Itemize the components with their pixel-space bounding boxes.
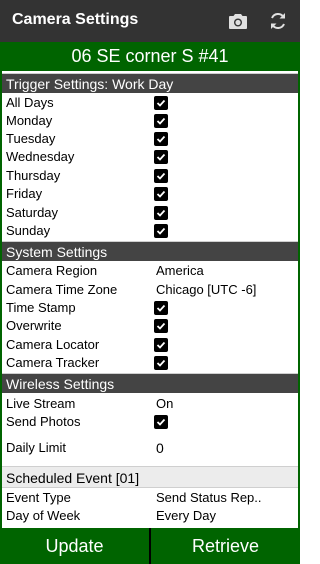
daily-limit-row[interactable]: Daily Limit 0 — [2, 439, 298, 457]
camera-icon[interactable] — [226, 9, 250, 33]
day-label: All Days — [6, 95, 54, 110]
overwrite-label: Overwrite — [6, 318, 62, 333]
camera-time-zone-value[interactable]: Chicago [UTC -6] — [156, 281, 256, 299]
overwrite-row[interactable]: Overwrite — [2, 317, 298, 335]
live-stream-value[interactable]: On — [156, 395, 173, 413]
daily-limit-label: Daily Limit — [6, 440, 66, 455]
day-label: Saturday — [6, 205, 59, 220]
camera-name: 06 SE corner S #41 — [71, 46, 229, 66]
day-label: Monday — [6, 113, 53, 128]
day-label: Wednesday — [6, 149, 75, 164]
day-label: Thursday — [6, 168, 61, 183]
day-row-saturday[interactable]: Saturday — [2, 204, 298, 222]
camera-locator-checkbox[interactable] — [154, 338, 168, 352]
send-photos-row[interactable]: Send Photos — [2, 413, 298, 431]
scheduled-event-header[interactable]: Scheduled Event [01] — [2, 466, 298, 488]
send-photos-label: Send Photos — [6, 414, 81, 429]
day-label: Sunday — [6, 223, 51, 238]
day-row-sunday[interactable]: Sunday — [2, 222, 298, 240]
day-label: Friday — [6, 186, 43, 201]
daily-limit-value[interactable]: 0 — [156, 439, 164, 457]
wireless-settings-header: Wireless Settings — [2, 373, 298, 393]
all-days-checkbox[interactable] — [154, 96, 168, 110]
day-row-wednesday[interactable]: Wednesday — [2, 148, 298, 166]
bottom-action-bar: Update Retrieve — [0, 528, 300, 564]
day-row-thursday[interactable]: Thursday — [2, 167, 298, 185]
event-type-label: Event Type — [6, 490, 71, 505]
time-stamp-row[interactable]: Time Stamp — [2, 299, 298, 317]
day-row-tuesday[interactable]: Tuesday — [2, 130, 298, 148]
day-row-friday[interactable]: Friday — [2, 185, 298, 203]
camera-region-label: Camera Region — [6, 263, 98, 278]
settings-list: Trigger Settings: Work Day All Days Mond… — [0, 71, 300, 528]
day-of-week-label: Day of Week — [6, 508, 81, 523]
send-photos-checkbox[interactable] — [154, 415, 168, 429]
day-of-week-row[interactable]: Day of Week Every Day — [2, 507, 298, 525]
day-label: Tuesday — [6, 131, 56, 146]
app-bar: Camera Settings — [0, 0, 300, 42]
system-settings-header: System Settings — [2, 241, 298, 261]
thursday-checkbox[interactable] — [154, 169, 168, 183]
camera-locator-row[interactable]: Camera Locator — [2, 336, 298, 354]
refresh-icon[interactable] — [266, 9, 290, 33]
day-row-all-days[interactable]: All Days — [2, 94, 298, 112]
event-type-row[interactable]: Event Type Send Status Rep.. — [2, 489, 298, 507]
camera-time-zone-row[interactable]: Camera Time Zone Chicago [UTC -6] — [2, 281, 298, 299]
friday-checkbox[interactable] — [154, 187, 168, 201]
camera-tracker-row[interactable]: Camera Tracker — [2, 354, 298, 372]
camera-name-banner: 06 SE corner S #41 — [0, 42, 300, 71]
app-title: Camera Settings — [12, 11, 139, 28]
camera-time-zone-label: Camera Time Zone — [6, 282, 118, 297]
update-button[interactable]: Update — [0, 528, 149, 564]
camera-region-row[interactable]: Camera Region America — [2, 262, 298, 280]
day-of-week-value[interactable]: Every Day — [156, 507, 216, 525]
retrieve-button[interactable]: Retrieve — [151, 528, 300, 564]
wednesday-checkbox[interactable] — [154, 150, 168, 164]
camera-region-value[interactable]: America — [156, 262, 204, 280]
camera-tracker-checkbox[interactable] — [154, 356, 168, 370]
tuesday-checkbox[interactable] — [154, 132, 168, 146]
time-stamp-label: Time Stamp — [6, 300, 76, 315]
event-type-value[interactable]: Send Status Rep.. — [156, 489, 262, 507]
overwrite-checkbox[interactable] — [154, 319, 168, 333]
time-stamp-checkbox[interactable] — [154, 301, 168, 315]
monday-checkbox[interactable] — [154, 114, 168, 128]
sunday-checkbox[interactable] — [154, 224, 168, 238]
live-stream-row[interactable]: Live Stream On — [2, 395, 298, 413]
live-stream-label: Live Stream — [6, 396, 76, 411]
day-row-monday[interactable]: Monday — [2, 112, 298, 130]
saturday-checkbox[interactable] — [154, 206, 168, 220]
camera-locator-label: Camera Locator — [6, 337, 100, 352]
trigger-settings-header: Trigger Settings: Work Day — [2, 73, 298, 93]
camera-tracker-label: Camera Tracker — [6, 355, 100, 370]
